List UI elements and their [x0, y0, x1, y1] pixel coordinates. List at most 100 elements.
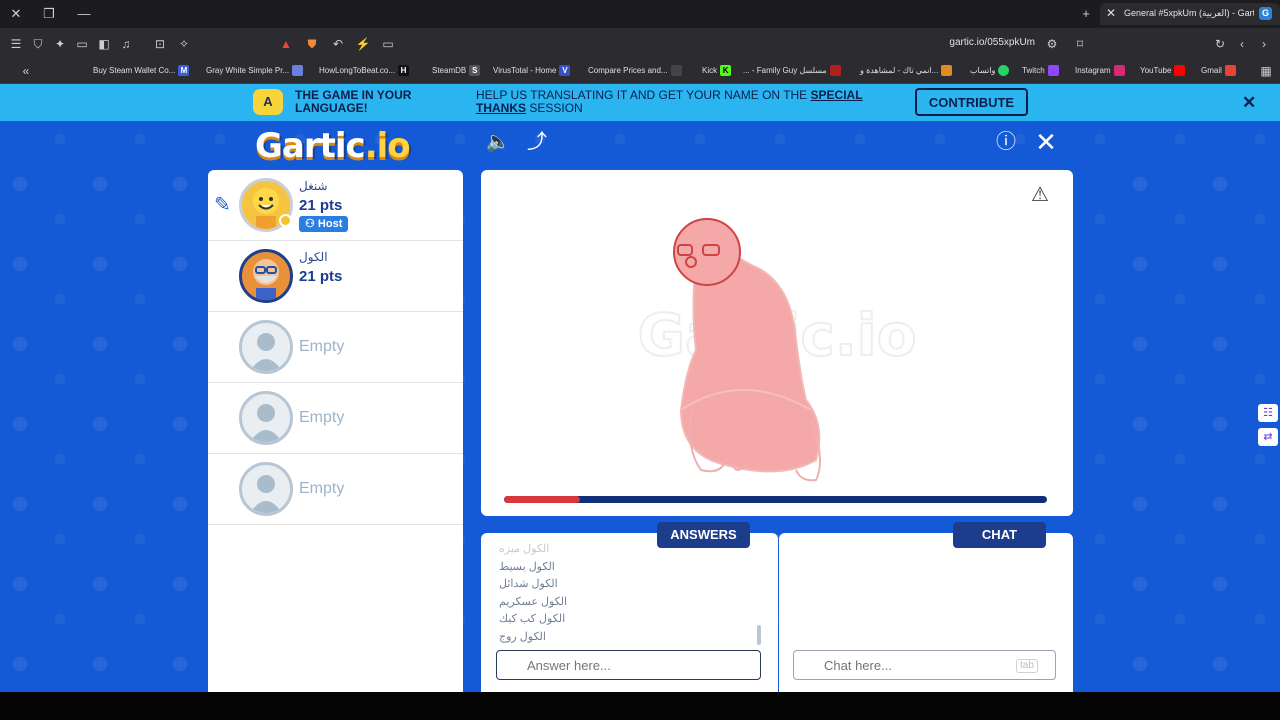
info-icon[interactable]: ⓘ [993, 129, 1019, 155]
bookmark-favicon-icon [829, 65, 841, 76]
bookmark-item[interactable]: Compare Prices and... [588, 65, 682, 76]
logo-main: Gartic [255, 126, 366, 166]
bookmark-favicon-icon [292, 65, 304, 76]
bookmark-item[interactable]: Gray White Simple Pr... [206, 65, 304, 76]
translation-banner: A THE GAME IN YOUR LANGUAGE! HELP US TRA… [0, 84, 1280, 121]
bookmark-item[interactable]: Twitch [1022, 65, 1059, 76]
bookmark-icon[interactable]: ⌑ [1072, 36, 1088, 52]
youtube-icon [1174, 65, 1186, 76]
back-icon[interactable]: ‹ [1234, 36, 1250, 52]
bookmark-item[interactable]: ... - Family Guy مسلسل [743, 65, 841, 76]
bookmark-label: Compare Prices and... [588, 66, 668, 75]
bookmark-favicon-icon: S [469, 65, 481, 76]
gartic-page: A THE GAME IN YOUR LANGUAGE! HELP US TRA… [0, 84, 1280, 692]
tab-close-icon[interactable]: ✕ [1106, 6, 1116, 20]
back-arrow-icon[interactable]: ↶ [330, 36, 346, 52]
list-item: الكول روج [499, 630, 546, 643]
sidebar-icon[interactable]: ◧ [96, 36, 112, 52]
banner-message: HELP US TRANSLATING IT AND GET YOUR NAME… [476, 89, 896, 115]
player-row[interactable]: الكول 21 pts [208, 241, 463, 312]
bookmark-label: Twitch [1022, 66, 1045, 75]
player-row[interactable]: ✎ شنغل 21 pts ⚇ Host [208, 170, 463, 241]
bookmark-item[interactable]: HowLongToBeat.co... H [319, 65, 410, 76]
sound-icon[interactable]: 🔈 [485, 129, 511, 155]
extensions-icon[interactable]: ✦ [52, 36, 68, 52]
player-points: 21 pts [299, 268, 343, 285]
bookmarks-bar: « Buy Steam Wallet Co... M Gray White Sim… [0, 59, 1280, 84]
empty-avatar-icon [239, 320, 293, 374]
status-dot [279, 214, 292, 227]
empty-slot: Empty [208, 312, 463, 383]
extension-chat-icon[interactable]: ☷ [1258, 404, 1278, 422]
empty-avatar-icon [239, 462, 293, 516]
list-item: الكول عسكريم [499, 595, 568, 608]
tab-shortcut-hint: tab [1016, 659, 1038, 673]
apps-grid-icon[interactable]: ▦ [1258, 63, 1274, 79]
bookmark-favicon-icon [941, 65, 953, 76]
bookmark-item[interactable]: Gmail [1201, 65, 1236, 76]
bookmark-item[interactable]: Instagram [1075, 65, 1125, 76]
banner-close-icon[interactable]: ✕ [1242, 93, 1256, 113]
whatsapp-icon [998, 65, 1010, 76]
bookmark-label: SteamDB [432, 66, 467, 75]
forward-icon[interactable]: › [1256, 36, 1272, 52]
tabs-icon[interactable]: ▭ [74, 36, 90, 52]
host-label: Host [317, 218, 343, 230]
page-settings-icon[interactable]: ⚙ [1044, 36, 1060, 52]
exit-icon[interactable]: ✕ [1033, 129, 1059, 155]
share-icon[interactable]: ⤴ [524, 129, 550, 155]
answer-input[interactable] [496, 650, 761, 680]
host-badge: ⚇ Host [299, 216, 349, 232]
bookmark-label: Gray White Simple Pr... [206, 66, 290, 75]
extension-translate-icon[interactable]: ⇄ [1258, 428, 1278, 446]
browser-toolbar: ☰ ⛉ ✦ ▭ ◧ ♫ ⊡ ✧ ▲ ⛊ ↶ ⚡ ▭ gartic.io/055x… [0, 28, 1280, 59]
minimize-window-icon[interactable]: — [76, 6, 92, 22]
banner-message-suffix: SESSION [529, 101, 583, 115]
list-item: الكول شدائل [499, 578, 558, 590]
bookmark-item[interactable]: انمي تاك - لمشاهدة و... [860, 65, 953, 76]
bookmark-favicon-icon [670, 65, 682, 76]
music-icon[interactable]: ♫ [118, 36, 134, 52]
collapse-icon[interactable]: « [18, 63, 34, 79]
tab-chat[interactable]: CHAT [953, 522, 1046, 548]
reload-icon[interactable]: ↻ [1212, 36, 1228, 52]
player-points: 21 pts [299, 197, 343, 214]
bookmark-item[interactable]: Kick K [702, 65, 732, 76]
tab-answers[interactable]: ANSWERS [657, 522, 750, 548]
new-tab-icon[interactable]: + [1078, 6, 1094, 22]
answers-list: الكول ميزه الكول بسيط الكول شدائل الكول … [499, 541, 759, 646]
players-list: ✎ شنغل 21 pts ⚇ Host الكول 21 pts Empty [208, 170, 463, 692]
translate-icon[interactable]: ⚡ [355, 36, 371, 52]
bookmark-label: واتساب [970, 66, 996, 75]
restore-window-icon[interactable]: ❐ [41, 6, 57, 22]
bookmark-item[interactable]: SteamDB S [432, 65, 481, 76]
cast-icon[interactable]: ▭ [380, 36, 396, 52]
answers-panel: الكول ميزه الكول بسيط الكول شدائل الكول … [481, 533, 778, 692]
bookmark-label: VirusTotal - Home [493, 66, 557, 75]
brave-icon[interactable]: ▲ [278, 36, 294, 52]
empty-label: Empty [299, 409, 345, 426]
bookmark-favicon-icon: V [559, 65, 571, 76]
bookmark-favicon-icon: M [178, 65, 190, 76]
shield-icon[interactable]: ⛉ [30, 36, 46, 52]
drawing-canvas[interactable]: ⚠ Gartic.io [481, 170, 1073, 516]
player-name: الكول [299, 250, 328, 264]
tab-title: General #5xpkUm (العربية) - Gartic [1124, 8, 1254, 18]
bookmark-item[interactable]: VirusTotal - Home V [493, 65, 571, 76]
url-bar[interactable]: gartic.io/055xpkUm [900, 37, 1035, 48]
bookmark-item[interactable]: YouTube [1140, 65, 1186, 76]
bookmark-favicon-icon: H [398, 65, 410, 76]
bookmark-item[interactable]: واتساب [970, 65, 1010, 76]
screenshot-icon[interactable]: ⊡ [152, 36, 168, 52]
bookmark-label: YouTube [1140, 66, 1172, 75]
contribute-button[interactable]: CONTRIBUTE [915, 88, 1028, 116]
close-window-icon[interactable]: ✕ [8, 6, 24, 22]
shields-badge-icon[interactable]: ⛊ [304, 36, 320, 52]
answers-scrollbar[interactable] [757, 625, 761, 645]
browser-tab[interactable]: ✕ General #5xpkUm (العربية) - Gartic G [1100, 3, 1280, 25]
bookmark-label: Gmail [1201, 66, 1222, 75]
menu-icon[interactable]: ☰ [8, 36, 24, 52]
instagram-icon [1113, 65, 1125, 76]
bookmark-item[interactable]: Buy Steam Wallet Co... M [93, 65, 190, 76]
puzzle-icon[interactable]: ✧ [176, 36, 192, 52]
